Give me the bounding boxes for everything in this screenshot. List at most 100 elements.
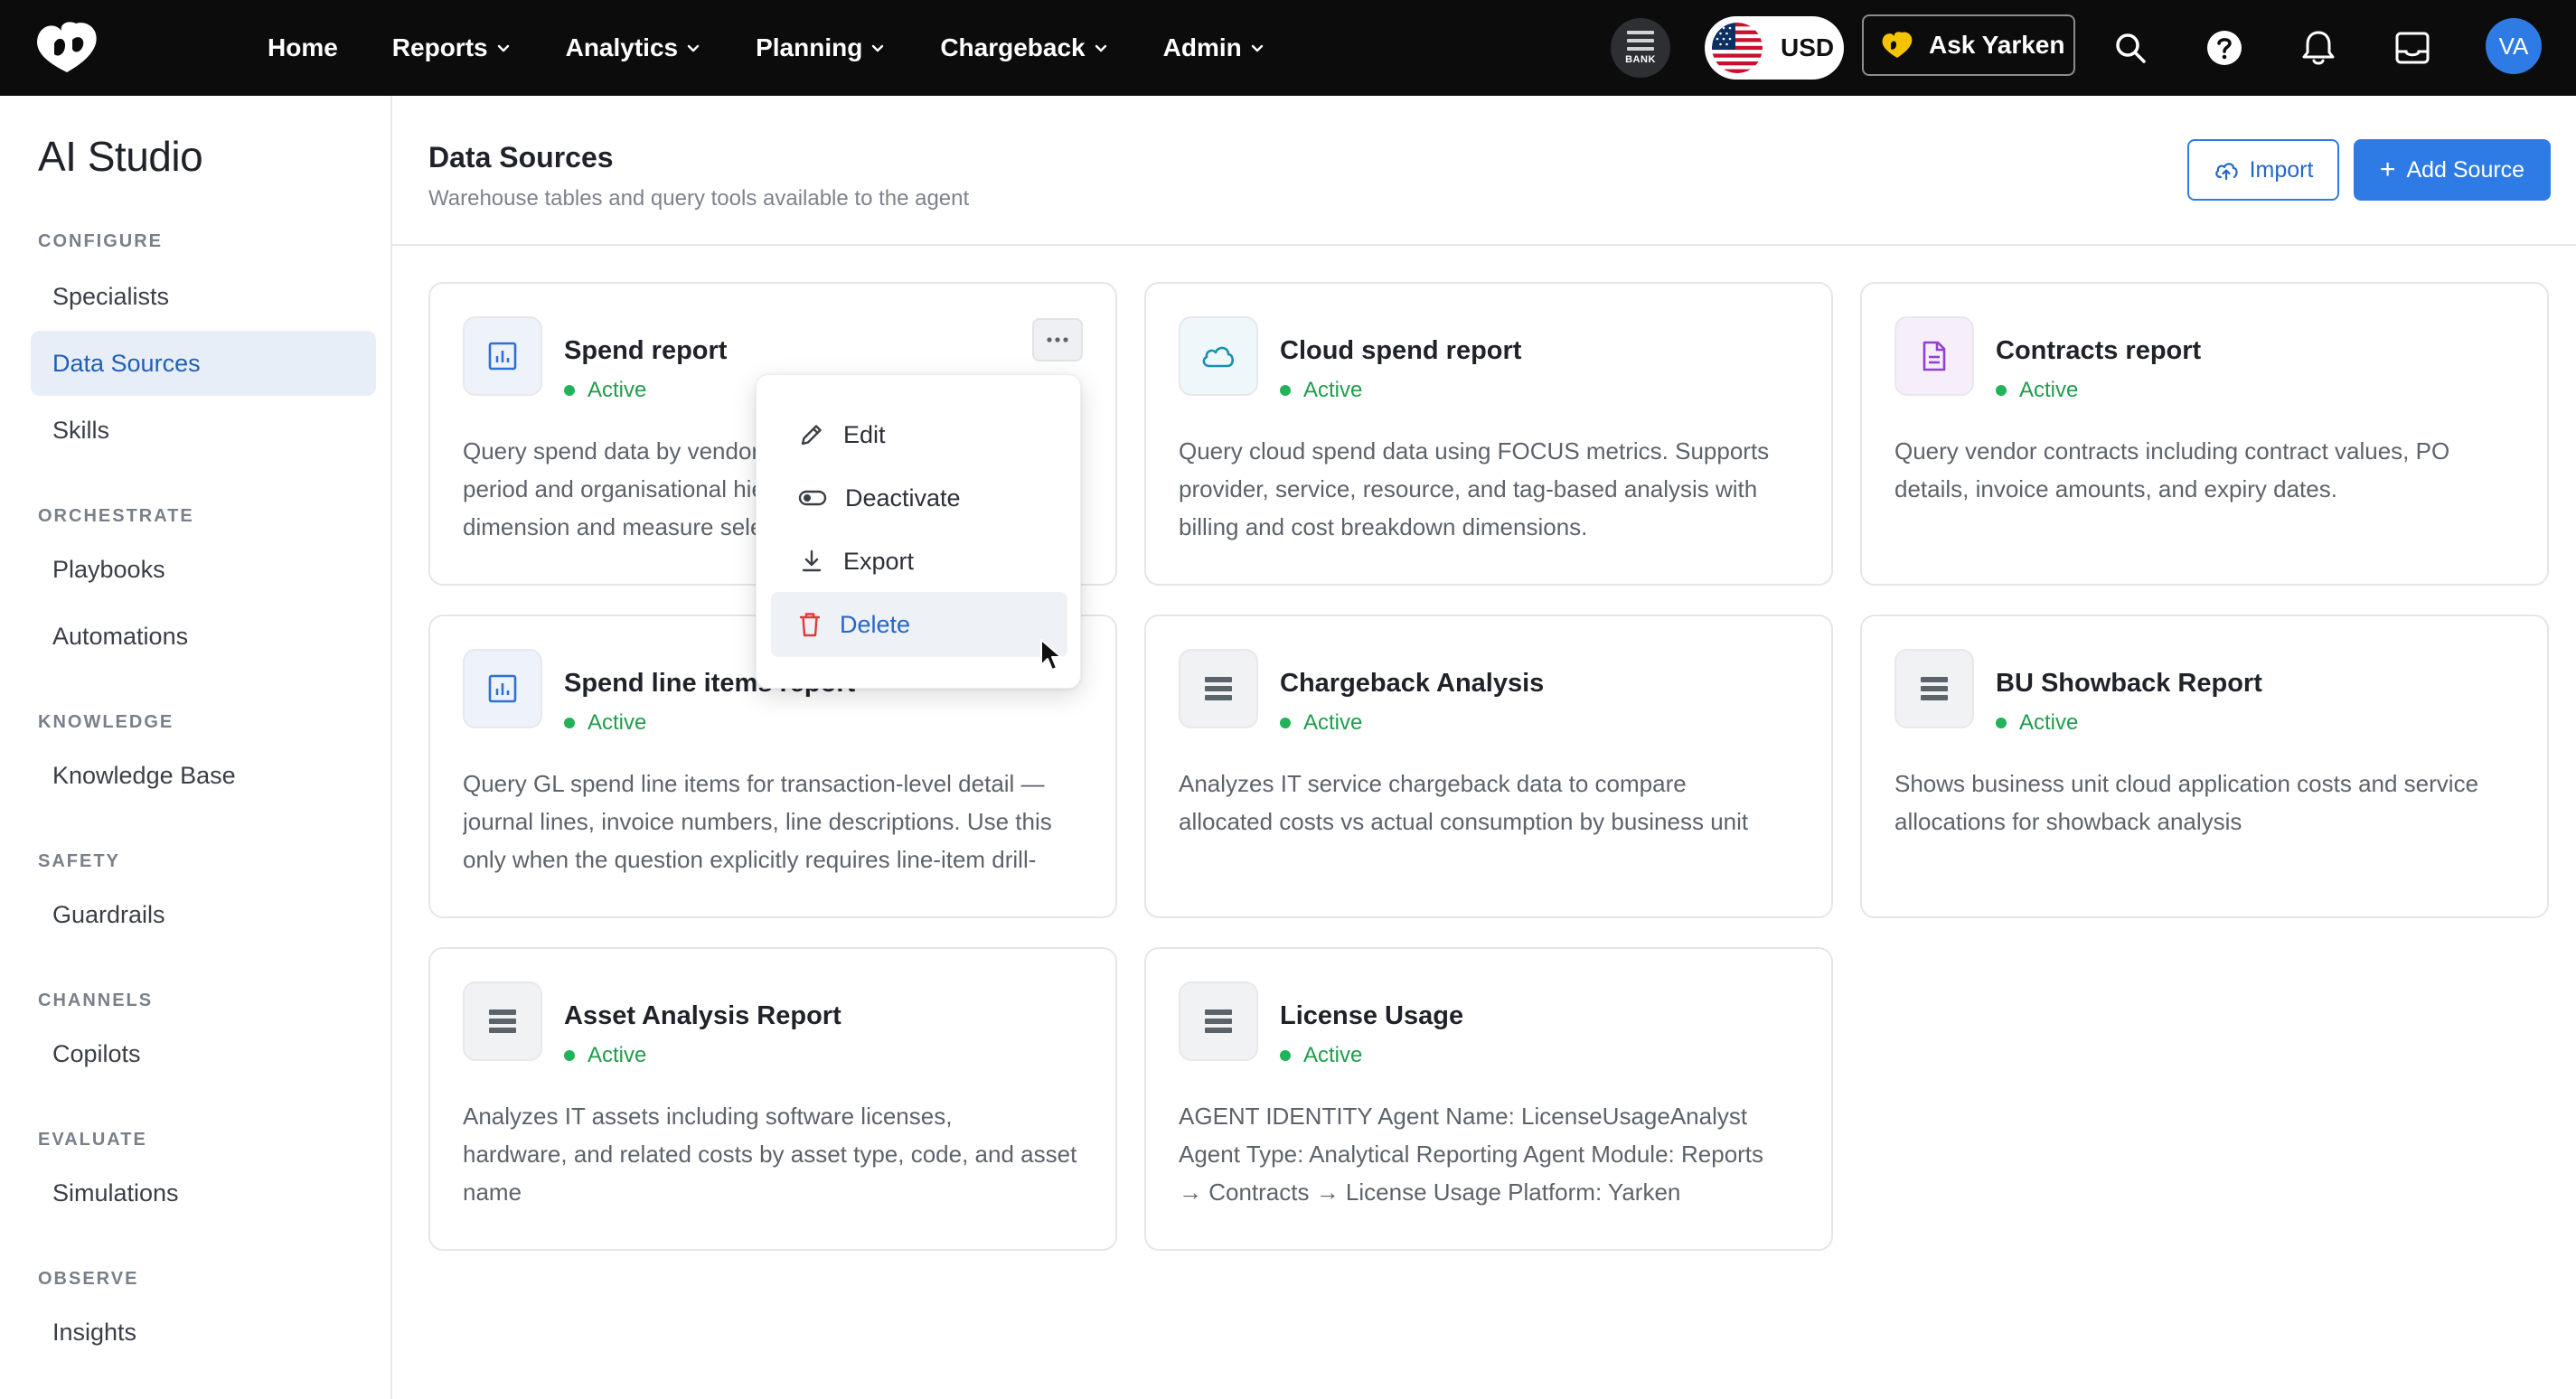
bank-switcher[interactable]: BANK bbox=[1611, 18, 1670, 78]
add-source-button[interactable]: + Add Source bbox=[2354, 139, 2551, 201]
nav-chargeback[interactable]: Chargeback bbox=[940, 33, 1108, 62]
status-badge: Active bbox=[564, 710, 646, 736]
bank-label: BANK bbox=[1625, 54, 1656, 65]
status-badge: Active bbox=[564, 378, 646, 403]
card-description: AGENT IDENTITY Agent Name: LicenseUsageA… bbox=[1179, 1097, 1802, 1213]
status-label: Active bbox=[2019, 710, 2079, 735]
sidebar-item-guardrails[interactable]: Guardrails bbox=[31, 882, 376, 947]
status-dot bbox=[1996, 718, 2007, 728]
sidebar-item-label: Knowledge Base bbox=[52, 761, 236, 789]
sidebar: AI Studio CONFIGURE Specialists Data Sou… bbox=[0, 96, 392, 1399]
chevron-down-icon bbox=[1095, 44, 1106, 52]
nav-chargeback-label: Chargeback bbox=[940, 33, 1086, 61]
nav-reports-label: Reports bbox=[391, 33, 488, 61]
data-source-card[interactable]: Contracts report Active Query vendor con… bbox=[1860, 282, 2549, 586]
card-description: Analyzes IT service chargeback data to c… bbox=[1179, 765, 1802, 880]
search-icon[interactable] bbox=[2108, 25, 2153, 70]
sidebar-item-label: Skills bbox=[52, 416, 110, 444]
section-knowledge: KNOWLEDGE bbox=[38, 712, 174, 732]
yarken-logo-icon[interactable] bbox=[33, 20, 101, 76]
cloud-icon bbox=[1179, 316, 1258, 396]
nav-admin[interactable]: Admin bbox=[1163, 33, 1265, 62]
sidebar-item-knowledge-base[interactable]: Knowledge Base bbox=[31, 743, 376, 808]
section-evaluate: EVALUATE bbox=[38, 1130, 147, 1150]
nav-home[interactable]: Home bbox=[268, 33, 338, 62]
section-orchestrate: ORCHESTRATE bbox=[38, 506, 194, 526]
page-header: Data Sources Warehouse tables and query … bbox=[392, 96, 2576, 246]
status-dot bbox=[564, 385, 575, 396]
currency-selector[interactable]: USD bbox=[1705, 16, 1844, 80]
description-line: hardware, and related costs by asset typ… bbox=[463, 1141, 1077, 1168]
ellipsis-icon bbox=[1047, 337, 1068, 343]
sidebar-item-specialists[interactable]: Specialists bbox=[31, 264, 376, 329]
menu-item-delete[interactable]: Delete bbox=[771, 592, 1067, 657]
help-icon[interactable] bbox=[2202, 25, 2247, 70]
table-icon bbox=[1179, 649, 1258, 728]
menu-item-label: Export bbox=[843, 547, 915, 575]
description-line: only when the question explicitly requir… bbox=[463, 846, 1037, 873]
sidebar-item-automations[interactable]: Automations bbox=[31, 604, 376, 669]
card-title: Contracts report bbox=[1996, 336, 2202, 365]
document-icon bbox=[1894, 316, 1974, 396]
nav-analytics[interactable]: Analytics bbox=[566, 33, 702, 62]
chart-icon bbox=[463, 649, 542, 728]
status-label: Active bbox=[1303, 710, 1363, 735]
top-navigation-bar: Home Reports Analytics Planning Chargeba… bbox=[0, 0, 2576, 96]
pencil-icon bbox=[801, 425, 822, 446]
card-title: Asset Analysis Report bbox=[564, 1001, 841, 1030]
us-flag-icon bbox=[1712, 23, 1763, 73]
ask-yarken-label: Ask Yarken bbox=[1929, 31, 2065, 59]
table-icon bbox=[1894, 649, 1974, 728]
description-line: Query cloud spend data using FOCUS metri… bbox=[1179, 437, 1770, 465]
data-source-card[interactable]: Chargeback Analysis Active Analyzes IT s… bbox=[1144, 615, 1833, 918]
section-observe: OBSERVE bbox=[38, 1269, 139, 1289]
card-description: Query vendor contracts including contrac… bbox=[1894, 432, 2518, 548]
description-line: AGENT IDENTITY Agent Name: LicenseUsageA… bbox=[1179, 1103, 1748, 1130]
status-badge: Active bbox=[1996, 378, 2078, 403]
status-badge: Active bbox=[1280, 1043, 1362, 1068]
description-line: allocations for showback analysis bbox=[1894, 808, 2242, 835]
description-line: details, invoice amounts, and expiry dat… bbox=[1894, 475, 2337, 502]
menu-item-deactivate[interactable]: Deactivate bbox=[771, 465, 1067, 530]
data-source-card[interactable]: BU Showback Report Active Shows business… bbox=[1860, 615, 2549, 918]
chevron-down-icon bbox=[497, 44, 509, 52]
data-source-card[interactable]: Cloud spend report Active Query cloud sp… bbox=[1144, 282, 1833, 586]
sidebar-title: AI Studio bbox=[38, 133, 203, 180]
data-source-card[interactable]: License Usage Active AGENT IDENTITY Agen… bbox=[1144, 947, 1833, 1251]
data-source-card[interactable]: Asset Analysis Report Active Analyzes IT… bbox=[428, 947, 1117, 1251]
card-description: Query GL spend line items for transactio… bbox=[463, 765, 1086, 880]
user-avatar[interactable]: VA bbox=[2486, 18, 2542, 74]
import-button[interactable]: Import bbox=[2187, 139, 2339, 201]
sidebar-item-playbooks[interactable]: Playbooks bbox=[31, 537, 376, 602]
nav-reports[interactable]: Reports bbox=[392, 33, 512, 62]
status-dot bbox=[564, 1050, 575, 1061]
description-line: allocated costs vs actual consumption by… bbox=[1179, 808, 1749, 835]
currency-label: USD bbox=[1781, 33, 1835, 61]
trash-icon bbox=[799, 613, 821, 637]
ask-yarken-button[interactable]: Ask Yarken bbox=[1862, 14, 2075, 76]
more-options-button[interactable] bbox=[1032, 318, 1083, 361]
menu-item-edit[interactable]: Edit bbox=[771, 402, 1067, 467]
bell-icon[interactable] bbox=[2296, 25, 2341, 70]
description-line: → Contracts → License Usage Platform: Ya… bbox=[1179, 1178, 1681, 1206]
sidebar-item-copilots[interactable]: Copilots bbox=[31, 1021, 376, 1086]
import-label: Import bbox=[2249, 156, 2314, 183]
status-label: Active bbox=[588, 378, 647, 402]
sidebar-item-skills[interactable]: Skills bbox=[31, 398, 376, 463]
description-line: Shows business unit cloud application co… bbox=[1894, 770, 2479, 797]
status-label: Active bbox=[2019, 378, 2079, 402]
sidebar-item-label: Simulations bbox=[52, 1178, 179, 1207]
mouse-cursor-icon bbox=[1040, 639, 1062, 671]
status-label: Active bbox=[1303, 1043, 1363, 1067]
add-source-label: Add Source bbox=[2406, 156, 2525, 183]
menu-item-export[interactable]: Export bbox=[771, 529, 1067, 594]
card-title: License Usage bbox=[1280, 1001, 1464, 1030]
inbox-icon[interactable] bbox=[2390, 25, 2435, 70]
sidebar-item-data-sources[interactable]: Data Sources bbox=[31, 331, 376, 396]
sidebar-item-label: Playbooks bbox=[52, 555, 165, 583]
card-title: Chargeback Analysis bbox=[1280, 669, 1545, 698]
description-line: Query vendor contracts including contrac… bbox=[1894, 437, 2450, 465]
sidebar-item-insights[interactable]: Insights bbox=[31, 1300, 376, 1365]
nav-planning[interactable]: Planning bbox=[756, 33, 886, 62]
sidebar-item-simulations[interactable]: Simulations bbox=[31, 1160, 376, 1225]
